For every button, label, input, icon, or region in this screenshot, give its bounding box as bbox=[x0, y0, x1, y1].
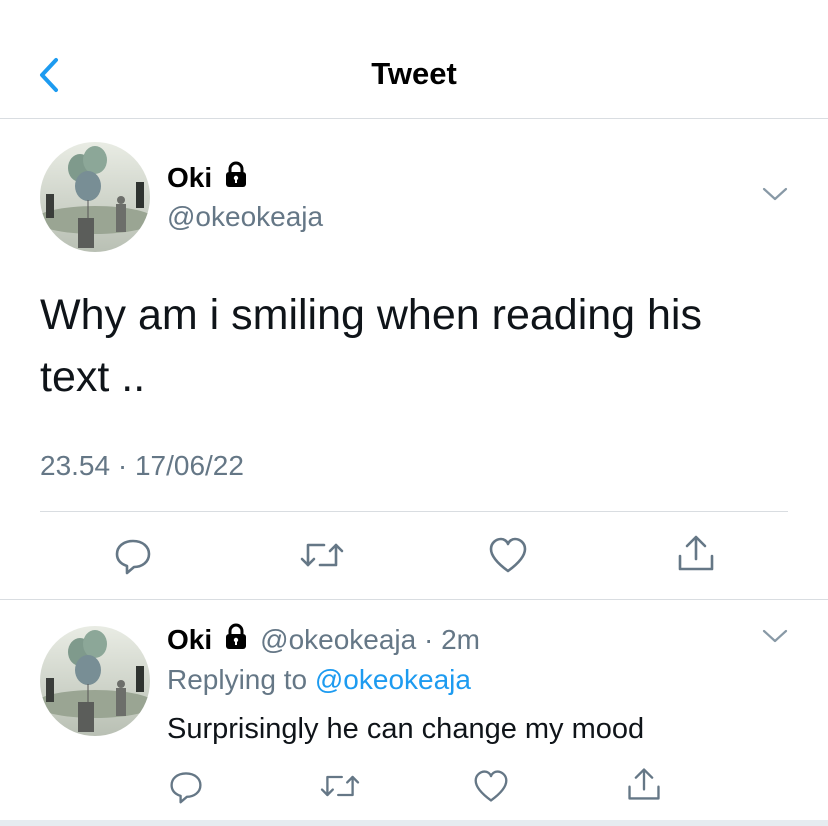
handle[interactable]: @okeokeaja bbox=[167, 201, 323, 233]
header-divider bbox=[0, 118, 828, 119]
tweet-text-line: Why am i smiling when reading his bbox=[40, 291, 702, 339]
reply-text: Surprisingly he can change my mood bbox=[167, 713, 645, 745]
display-name-text: Oki bbox=[167, 161, 213, 193]
chevron-down-icon bbox=[762, 187, 788, 201]
tweet-text: Why am i smiling when reading his text .… bbox=[40, 284, 760, 408]
like-icon bbox=[474, 770, 508, 802]
reply-button[interactable] bbox=[113, 535, 153, 580]
tweet-timestamp[interactable]: 23.54 · 17/06/22 bbox=[40, 450, 244, 482]
avatar-image bbox=[40, 142, 150, 252]
avatar-image bbox=[40, 626, 150, 736]
reply-retweet-button[interactable] bbox=[318, 768, 362, 809]
reply-handle-time[interactable]: @okeokeaja · 2m bbox=[260, 624, 480, 656]
page-title: Tweet bbox=[371, 56, 457, 91]
retweet-icon bbox=[320, 775, 360, 797]
replying-to-label: Replying to bbox=[167, 664, 308, 695]
chevron-down-icon bbox=[762, 629, 788, 643]
display-name[interactable]: Oki bbox=[167, 160, 250, 195]
share-icon bbox=[628, 768, 660, 800]
bottom-divider bbox=[0, 820, 828, 826]
share-button[interactable] bbox=[675, 532, 717, 579]
lock-icon bbox=[222, 622, 250, 657]
more-options-button[interactable] bbox=[760, 184, 790, 209]
retweet-button[interactable] bbox=[298, 535, 346, 580]
share-icon bbox=[678, 535, 714, 571]
tweet-divider bbox=[0, 599, 828, 600]
like-button[interactable] bbox=[487, 535, 529, 580]
like-icon bbox=[489, 537, 527, 573]
lock-icon bbox=[222, 160, 250, 195]
reply-header: Oki @okeokeaja · 2m bbox=[167, 622, 480, 657]
reply-display-name[interactable]: Oki bbox=[167, 622, 250, 657]
reply-avatar[interactable] bbox=[40, 626, 150, 736]
avatar[interactable] bbox=[40, 142, 150, 252]
tweet-text-line: text .. bbox=[40, 353, 146, 401]
reply-like-button[interactable] bbox=[472, 768, 510, 809]
stats-divider bbox=[40, 511, 788, 512]
reply-more-options-button[interactable] bbox=[760, 626, 790, 651]
reply-icon bbox=[170, 772, 202, 804]
retweet-icon bbox=[300, 543, 344, 567]
reply-share-button[interactable] bbox=[625, 765, 663, 808]
display-name-text: Oki bbox=[167, 623, 213, 655]
replying-to: Replying to @okeokeaja bbox=[167, 664, 471, 696]
replying-to-mention[interactable]: @okeokeaja bbox=[315, 664, 471, 695]
reply-reply-button[interactable] bbox=[168, 768, 204, 809]
reply-icon bbox=[115, 539, 151, 575]
